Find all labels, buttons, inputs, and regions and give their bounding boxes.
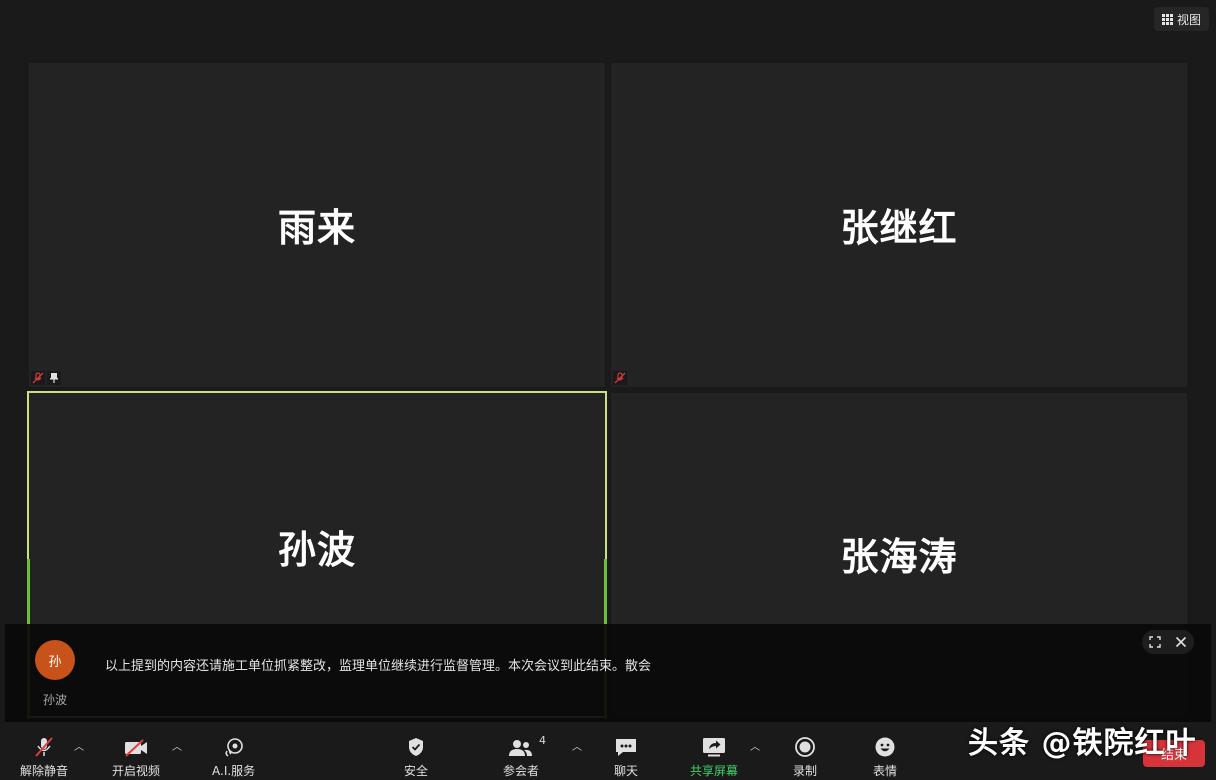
share-screen-icon: [701, 732, 727, 758]
tile-status: [31, 371, 61, 385]
mic-muted-icon: [613, 371, 627, 385]
unmute-button[interactable]: 解除静音: [20, 732, 68, 779]
tile-status: [613, 371, 627, 385]
view-button-label: 视图: [1176, 12, 1201, 27]
record-button[interactable]: 录制: [793, 732, 817, 779]
mic-muted-icon: [31, 371, 45, 385]
pin-icon: [47, 371, 61, 385]
caption-text: 以上提到的内容还请施工单位抓紧整改，监理单位继续进行监督管理。本次会议到此结束。…: [105, 659, 652, 674]
caption-panel: 孙 孙波 以上提到的内容还请施工单位抓紧整改，监理单位继续进行监督管理。本次会议…: [5, 624, 1211, 722]
reactions-button[interactable]: 表情: [873, 732, 897, 779]
record-icon: [794, 732, 816, 758]
unmute-label: 解除静音: [20, 764, 69, 778]
watermark: 头条 @铁院红叶: [968, 726, 1197, 761]
audio-options-chevron-icon[interactable]: ︿: [74, 738, 84, 753]
start-video-label: 开启视频: [112, 764, 161, 778]
participants-count: 4: [539, 734, 546, 747]
security-label: 安全: [404, 764, 429, 778]
chat-icon: [614, 732, 638, 758]
grid-icon: [1161, 13, 1173, 25]
expand-icon[interactable]: [1149, 633, 1161, 652]
view-button[interactable]: 视图: [1154, 7, 1209, 31]
participants-options-chevron-icon[interactable]: ︿: [572, 738, 582, 753]
share-options-chevron-icon[interactable]: ︿: [750, 738, 760, 753]
caption-speaker: 孙波: [43, 693, 68, 707]
close-icon[interactable]: [1175, 633, 1187, 652]
security-button[interactable]: 安全: [404, 732, 428, 779]
shield-icon: [406, 732, 426, 758]
participant-name: 孙波: [277, 528, 356, 572]
reactions-label: 表情: [873, 764, 898, 778]
participants-icon: [508, 732, 534, 758]
mic-muted-icon: [33, 732, 55, 758]
record-label: 录制: [793, 764, 818, 778]
smiley-icon: [874, 732, 896, 758]
participant-name: 张海涛: [840, 534, 958, 579]
chat-button[interactable]: 聊天: [614, 732, 638, 779]
participant-name: 雨来: [277, 205, 356, 250]
ai-service-label: A.I.服务: [212, 764, 256, 778]
video-off-icon: [123, 732, 149, 758]
caption-controls: [1142, 630, 1194, 654]
chat-label: 聊天: [614, 764, 639, 778]
video-tile-yulai[interactable]: 雨来: [29, 63, 605, 387]
ai-service-button[interactable]: A.I.服务: [212, 732, 255, 779]
video-tile-zhangjihong[interactable]: 张继红: [611, 63, 1187, 387]
video-options-chevron-icon[interactable]: ︿: [172, 738, 182, 753]
ai-service-icon: [223, 732, 245, 758]
participants-button[interactable]: 参会者: [503, 732, 539, 779]
participants-label: 参会者: [503, 764, 540, 778]
avatar: 孙: [35, 640, 75, 680]
share-screen-button[interactable]: 共享屏幕: [690, 732, 738, 779]
start-video-button[interactable]: 开启视频: [112, 732, 160, 779]
participant-name: 张继红: [840, 205, 958, 250]
share-screen-label: 共享屏幕: [690, 764, 739, 778]
